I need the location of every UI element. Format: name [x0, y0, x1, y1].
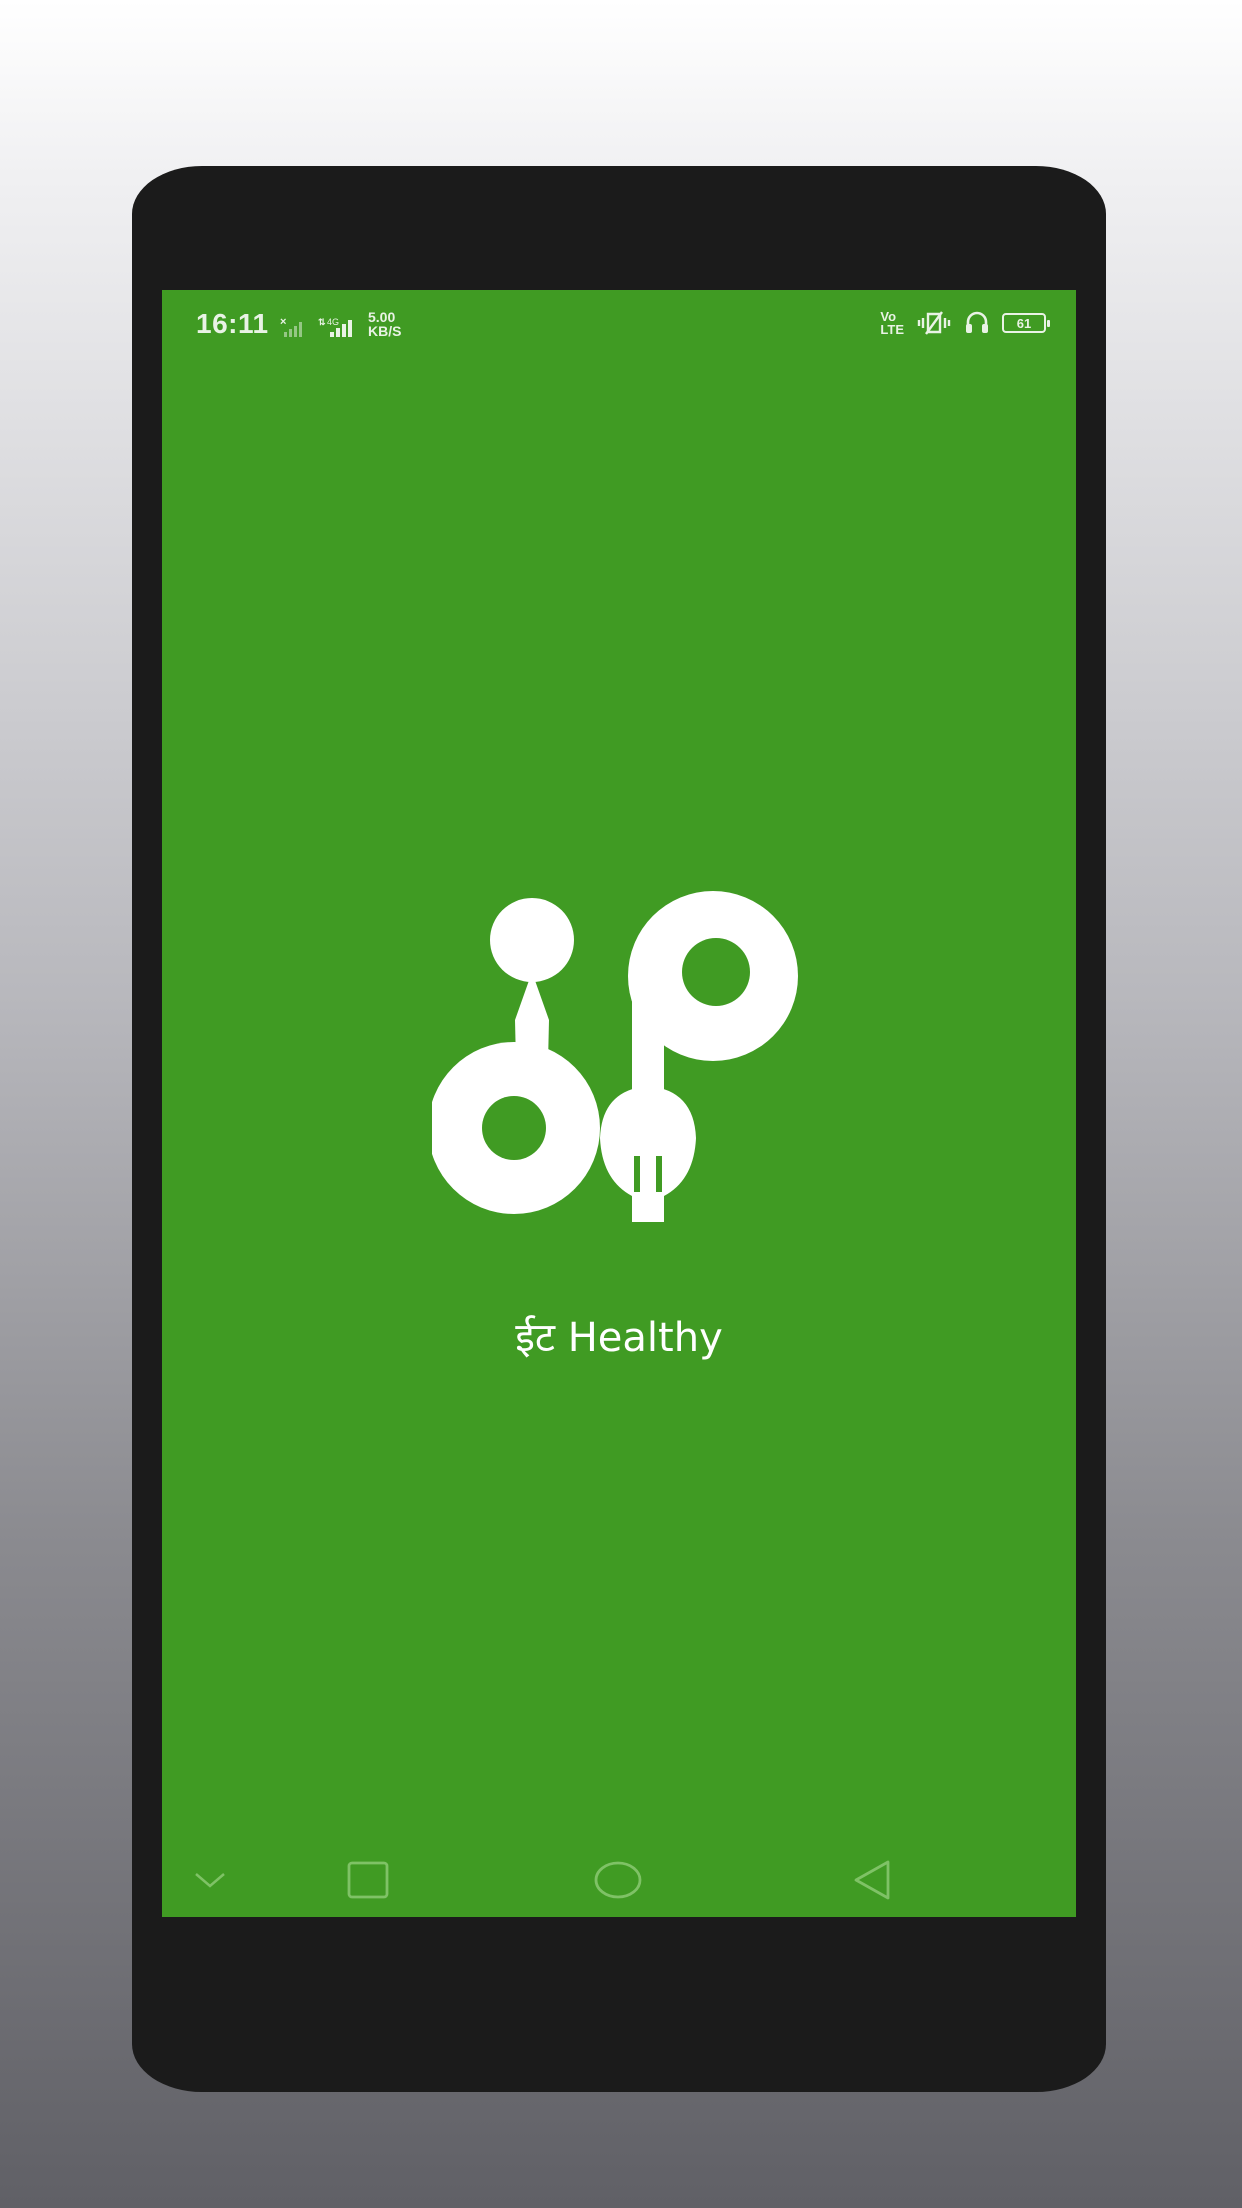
headphones-icon [966, 311, 988, 333]
network-speed-unit: KB/S [368, 323, 402, 339]
svg-text:×: × [280, 316, 286, 328]
network-speed-value: 5.00 [368, 309, 396, 325]
nav-back-button[interactable] [842, 1850, 902, 1910]
network-speed: 5.00 KB/S [368, 310, 401, 338]
vibrate-icon [917, 311, 951, 335]
no-signal-icon: × [280, 316, 302, 337]
status-icons-left: × ⇅ 4G 5.00 KB/S [280, 310, 401, 338]
battery-icon: 61 [1002, 313, 1050, 333]
circle-icon [594, 1861, 642, 1899]
nav-recent-apps-button[interactable] [338, 1850, 398, 1910]
square-icon [347, 1861, 389, 1899]
volte-bottom: LTE [880, 322, 904, 337]
svg-text:⇅: ⇅ [318, 317, 326, 327]
signal-4g-icon: ⇅ 4G [318, 317, 352, 337]
status-time: 16:11 [196, 308, 269, 339]
svg-text:4G: 4G [327, 317, 339, 327]
nav-home-button[interactable] [588, 1850, 648, 1910]
triangle-back-icon [854, 1860, 890, 1900]
app-tagline: ईट Healthy [515, 1315, 723, 1361]
volte-icon: Vo LTE [880, 310, 904, 336]
status-icons-right: Vo LTE 61 [880, 310, 1050, 336]
navigation-bar [162, 1840, 1076, 1917]
app-logo [432, 891, 798, 1222]
battery-level: 61 [1016, 315, 1032, 331]
chevron-down-icon [195, 1873, 225, 1888]
app-screen: 16:11 × ⇅ 4G 5.00 KB/S Vo LTE 61 ईट Heal… [162, 290, 1076, 1917]
nav-collapse-button[interactable] [180, 1850, 240, 1910]
status-bar: 16:11 × ⇅ 4G 5.00 KB/S Vo LTE 61 [162, 290, 1076, 356]
